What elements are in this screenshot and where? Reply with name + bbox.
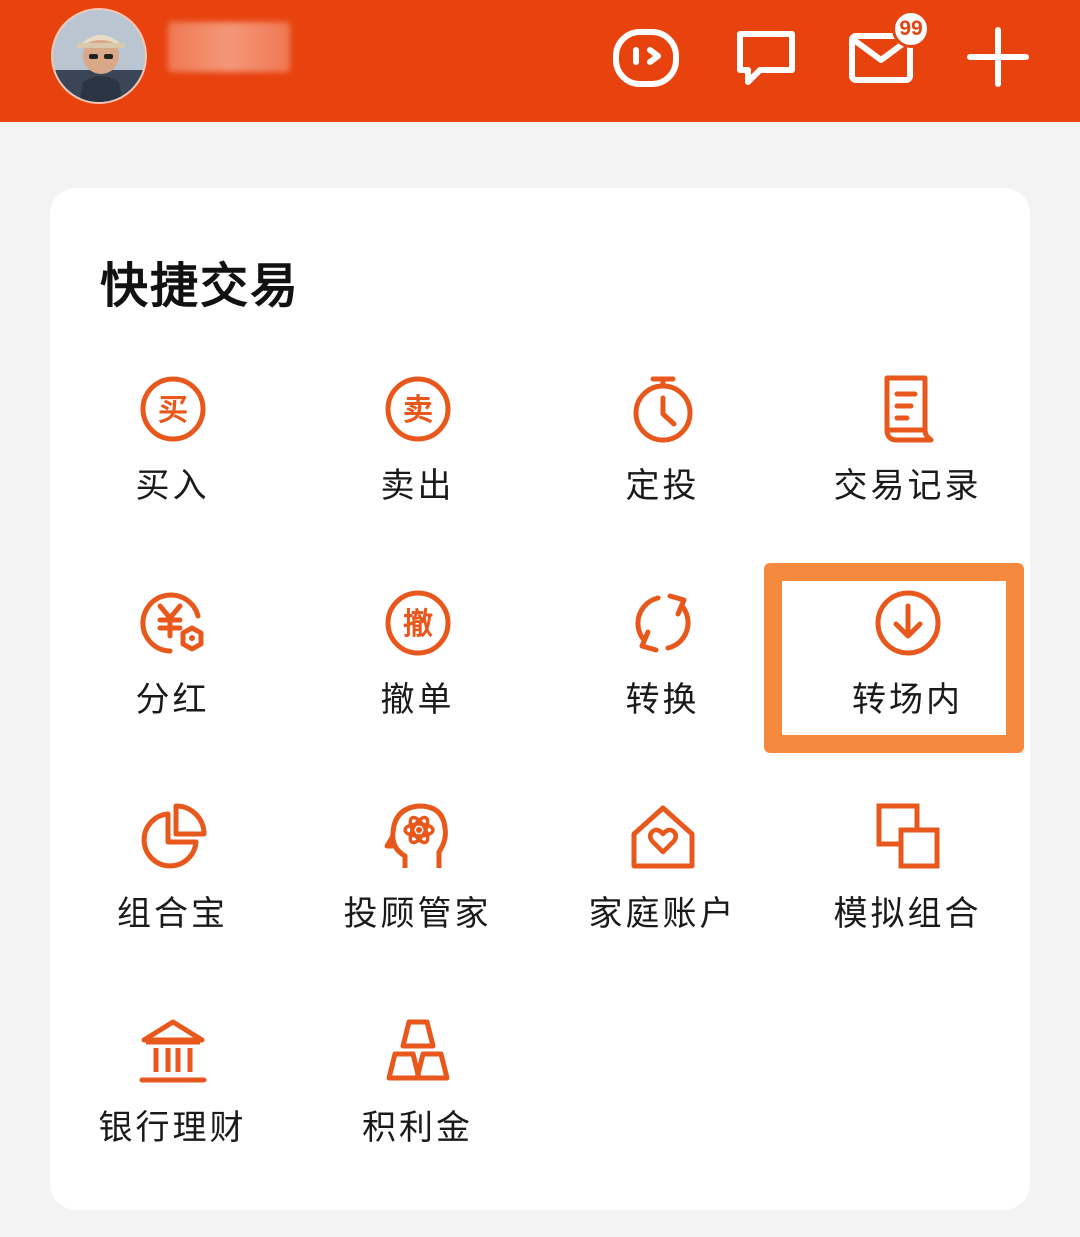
bank-icon <box>136 1014 210 1088</box>
document-icon <box>871 372 945 446</box>
buy-icon: 买 <box>136 372 210 446</box>
convert-button[interactable]: 转换 <box>540 562 785 776</box>
house-heart-icon <box>626 800 700 874</box>
portfolio-box-button[interactable]: 组合宝 <box>50 776 295 990</box>
item-label: 卖出 <box>380 466 455 506</box>
item-label: 转场内 <box>852 680 963 720</box>
family-account-button[interactable]: 家庭账户 <box>540 776 785 990</box>
sell-button[interactable]: 卖 卖出 <box>295 348 540 562</box>
buy-glyph: 买 <box>158 393 188 428</box>
app-logo-icon[interactable] <box>610 22 682 94</box>
buy-button[interactable]: 买 买入 <box>50 348 295 562</box>
item-label: 投顾管家 <box>343 894 492 934</box>
transfer-to-exchange-button[interactable]: 转场内 <box>785 562 1030 776</box>
item-label: 积利金 <box>362 1108 473 1148</box>
dividend-button[interactable]: 分红 <box>50 562 295 776</box>
mail-count-badge: 99 <box>892 10 930 48</box>
section-title: 快捷交易 <box>100 258 301 314</box>
cancel-order-icon: 撤 <box>381 586 455 660</box>
download-circle-icon <box>871 586 945 660</box>
sell-icon: 卖 <box>381 372 455 446</box>
item-label: 分红 <box>135 680 210 720</box>
item-label: 组合宝 <box>117 894 228 934</box>
cancel-order-button[interactable]: 撤 撤单 <box>295 562 540 776</box>
chat-bubble-icon[interactable] <box>730 22 802 94</box>
advisor-manager-button[interactable]: 投顾管家 <box>295 776 540 990</box>
gold-savings-button[interactable]: 积利金 <box>295 990 540 1204</box>
item-label: 买入 <box>135 466 210 506</box>
item-label: 转换 <box>625 680 700 720</box>
advisor-head-icon <box>381 800 455 874</box>
bank-wealth-button[interactable]: 银行理财 <box>50 990 295 1204</box>
sell-glyph: 卖 <box>403 393 433 428</box>
username-blurred <box>168 22 290 72</box>
quick-trade-card: 快捷交易 买 买入 卖 卖出 定投 交易记录 分红 撤 撤单 转换 转场内 组合… <box>50 188 1030 1210</box>
quick-trade-grid: 买 买入 卖 卖出 定投 交易记录 分红 撤 撤单 转换 转场内 组合宝 投顾管… <box>50 348 1030 1204</box>
trade-records-button[interactable]: 交易记录 <box>785 348 1030 562</box>
timer-icon <box>626 372 700 446</box>
item-label: 模拟组合 <box>833 894 982 934</box>
item-label: 家庭账户 <box>588 894 737 934</box>
item-label: 撤单 <box>380 680 455 720</box>
top-bar: 99 <box>0 0 1080 122</box>
avatar[interactable] <box>51 8 147 104</box>
convert-icon <box>626 586 700 660</box>
overlap-squares-icon <box>871 800 945 874</box>
item-label: 定投 <box>625 466 700 506</box>
item-label: 交易记录 <box>833 466 982 506</box>
simulated-portfolio-button[interactable]: 模拟组合 <box>785 776 1030 990</box>
plus-icon[interactable] <box>962 22 1034 94</box>
pie-chart-icon <box>136 800 210 874</box>
dividend-icon <box>136 586 210 660</box>
gold-bars-icon <box>381 1014 455 1088</box>
fixed-investment-button[interactable]: 定投 <box>540 348 785 562</box>
item-label: 银行理财 <box>98 1108 247 1148</box>
cancel-glyph: 撤 <box>403 607 433 642</box>
